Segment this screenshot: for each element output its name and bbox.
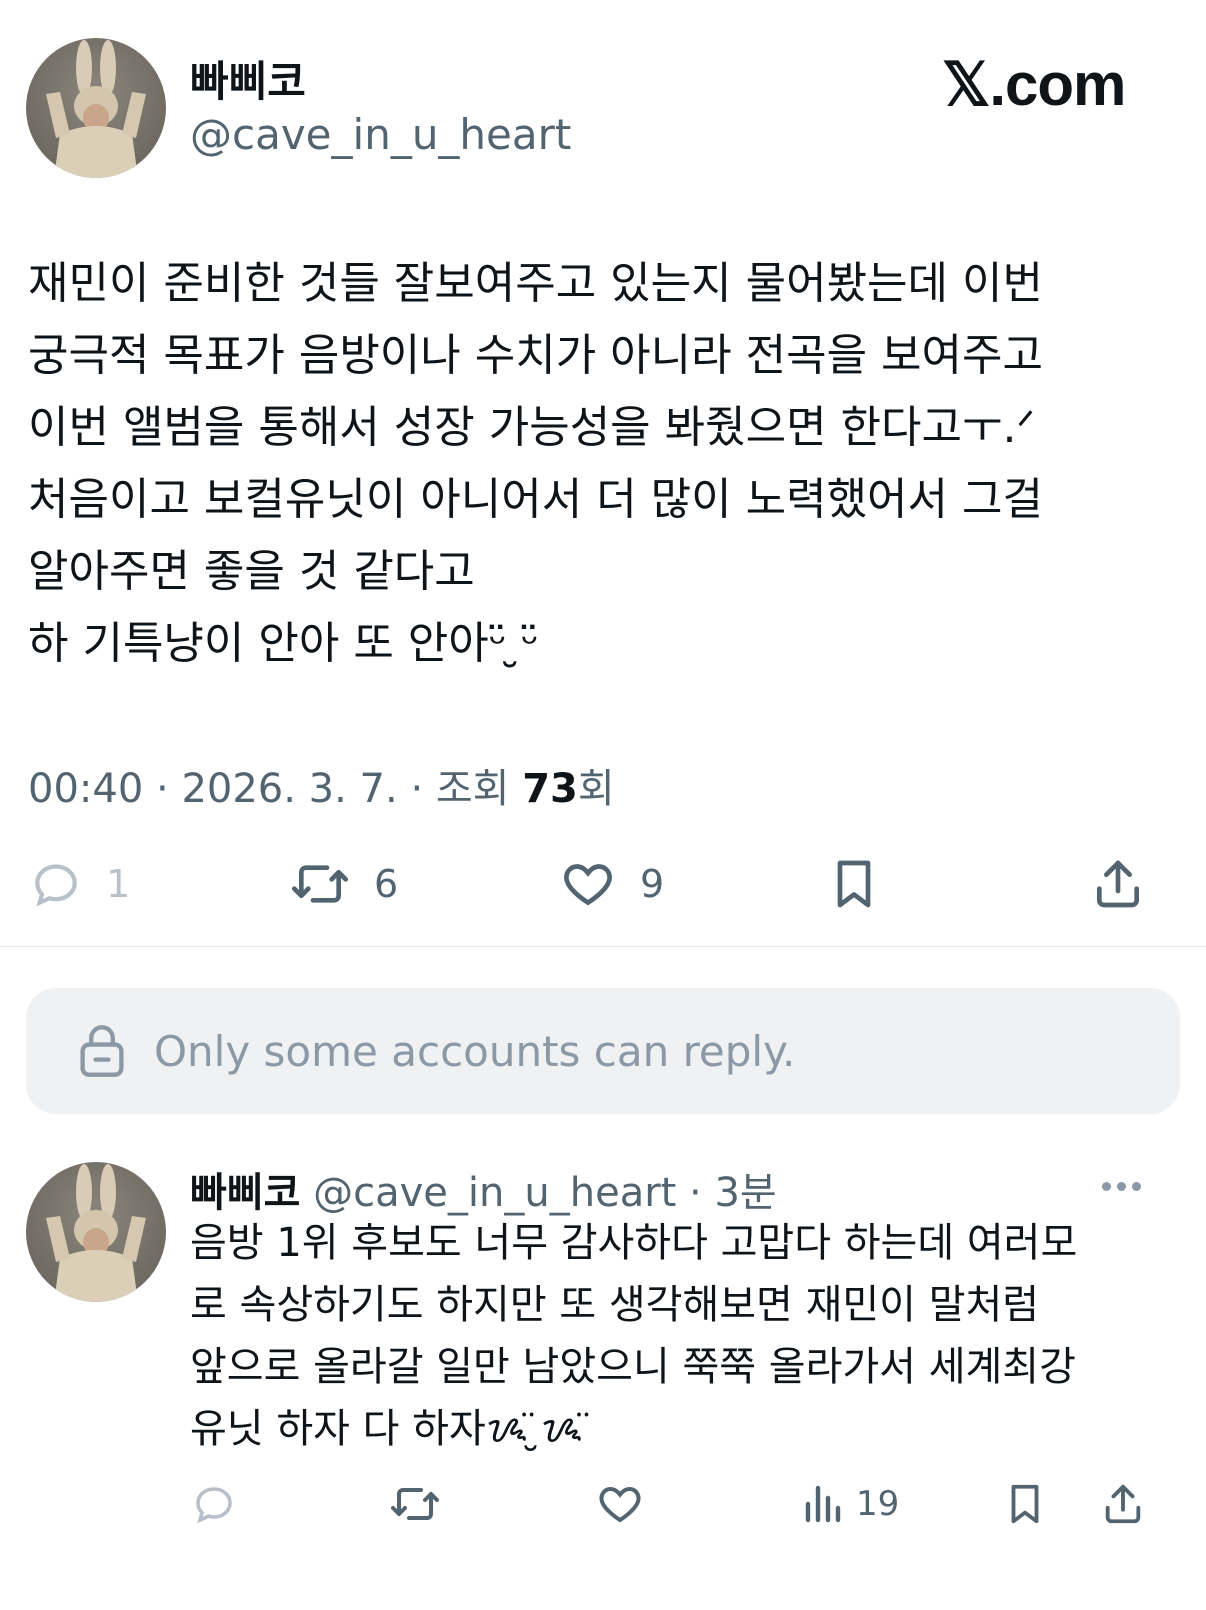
reply-repost-button[interactable]	[388, 1480, 442, 1532]
post-time[interactable]: 00:40	[28, 766, 143, 812]
reply-count: 1	[106, 862, 131, 906]
reply-like-button[interactable]	[594, 1480, 646, 1532]
reply-time[interactable]: 3분	[714, 1170, 776, 1216]
views-suffix: 회	[577, 766, 615, 812]
reply-header: 빠삐코 @cave_in_u_heart · 3분	[190, 1160, 777, 1218]
reply-reply-button[interactable]	[190, 1480, 238, 1532]
author-avatar[interactable]	[26, 38, 166, 178]
share-icon	[1105, 1484, 1141, 1524]
reply-views-count: 19	[856, 1484, 900, 1524]
meta-separator: ·	[676, 1170, 715, 1216]
bookmark-icon	[1011, 1484, 1039, 1524]
share-icon	[1097, 860, 1139, 908]
like-action[interactable]: 9	[558, 856, 664, 912]
divider	[0, 946, 1206, 947]
reply-text: 음방 1위 후보도 너무 감사하다 고맙다 하는데 여러모 로 속상하기도 하지…	[190, 1220, 1078, 1452]
bookmark-button[interactable]	[826, 856, 882, 916]
reply-share-button[interactable]	[1100, 1480, 1146, 1532]
post-date[interactable]: 2026. 3. 7.	[181, 766, 397, 812]
bookmark-icon	[837, 860, 871, 908]
reply-restriction-text: Only some accounts can reply.	[154, 1026, 796, 1076]
repost-action[interactable]: 6	[288, 856, 398, 912]
more-icon	[1117, 1182, 1126, 1191]
lock-icon	[80, 1025, 124, 1077]
author-handle[interactable]: @cave_in_u_heart	[190, 110, 571, 159]
share-button[interactable]	[1090, 856, 1146, 916]
like-count: 9	[640, 862, 665, 906]
author-name[interactable]: 빠삐코	[190, 48, 306, 109]
views-count: 73	[522, 766, 578, 812]
reply-action[interactable]: 1	[28, 856, 130, 912]
repost-icon	[391, 1488, 439, 1520]
reply-author-handle[interactable]: @cave_in_u_heart	[313, 1170, 676, 1216]
post-meta: 00:40 · 2026. 3. 7. · 조회 73회	[28, 756, 615, 814]
post-text: 재민이 준비한 것들 잘보여주고 있는지 물어봤는데 이번 궁극적 목표가 음방…	[28, 258, 1043, 669]
reply-icon	[35, 864, 77, 907]
more-icon	[1102, 1182, 1111, 1191]
more-button[interactable]	[1102, 1176, 1147, 1195]
views-icon	[805, 1485, 841, 1523]
reply-restriction-notice: Only some accounts can reply.	[26, 988, 1180, 1114]
views-label: 조회	[435, 766, 510, 812]
meta-separator: ·	[156, 766, 182, 812]
reply-author-avatar[interactable]	[26, 1162, 166, 1302]
repost-count: 6	[374, 862, 399, 906]
reply-author-name[interactable]: 빠삐코	[190, 1170, 300, 1216]
repost-icon	[292, 865, 348, 903]
like-icon	[599, 1486, 641, 1523]
x-logo: 𝕏.com	[942, 51, 1126, 118]
more-icon	[1132, 1182, 1141, 1191]
reply-icon	[196, 1487, 232, 1524]
reply-bookmark-button[interactable]	[1002, 1480, 1048, 1532]
reply-views-button[interactable]: 19	[802, 1480, 899, 1528]
meta-separator: ·	[410, 766, 436, 812]
like-icon	[564, 864, 612, 906]
